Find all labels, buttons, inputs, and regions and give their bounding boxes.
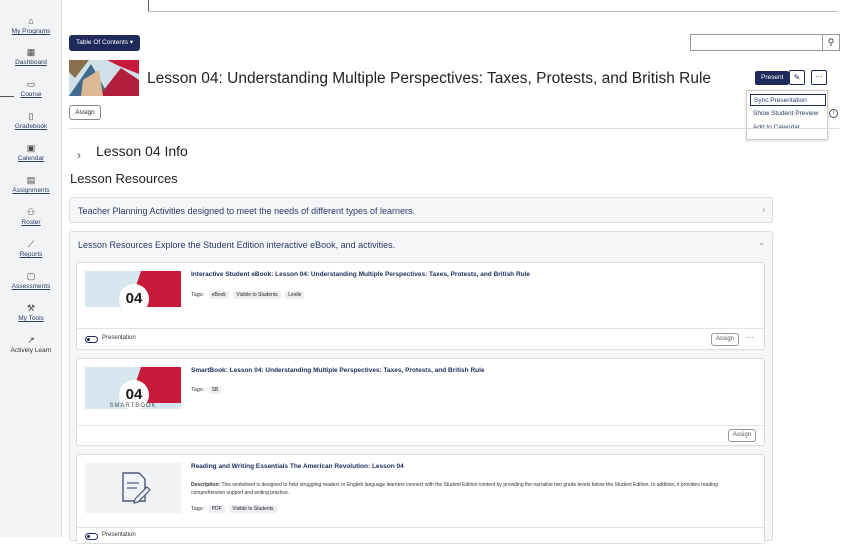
resource-card: 04 Interactive Student eBook: Lesson 04:… [76, 262, 765, 350]
lesson-thumbnail [69, 60, 139, 96]
smartbook-label: SMARTBOOK [109, 403, 157, 409]
resource-card: 04 SMARTBOOK SmartBook: Lesson 04: Under… [76, 358, 765, 446]
calendar-icon: ▣ [26, 143, 36, 153]
sidebar-item-my-tools[interactable]: ⚒ My Tools [0, 303, 62, 322]
assignments-icon: ▤ [26, 175, 36, 185]
sidebar: ⌂ My Programs ▦ Dashboard ▭ Course ▯ Gra… [0, 0, 62, 537]
menu-item-show-student-preview[interactable]: Show Student Preview [750, 108, 826, 120]
sidebar-item-assignments[interactable]: ▤ Assignments [0, 175, 62, 194]
divider [77, 527, 764, 528]
tags: Tags: SB [191, 386, 222, 394]
sidebar-item-calendar[interactable]: ▣ Calendar [0, 143, 62, 162]
options-menu: Sync Presentation Show Student Preview A… [746, 90, 828, 140]
lesson-info-heading[interactable]: Lesson 04 Info [96, 143, 188, 159]
sidebar-item-my-programs[interactable]: ⌂ My Programs [0, 16, 62, 35]
assign-button[interactable]: Assign [728, 429, 756, 442]
chevron-right-icon[interactable]: › [77, 148, 81, 162]
reports-icon: ⟋ [27, 239, 35, 249]
divider [77, 425, 764, 426]
lesson-resources-heading: Lesson Resources [70, 171, 178, 186]
sidebar-item-roster[interactable]: ⚇ Roster [0, 207, 62, 226]
tags: Tags: PDF Visible to Students [191, 505, 277, 513]
sidebar-item-reports[interactable]: ⟋ Reports [0, 239, 62, 258]
resource-card: Reading and Writing Essentials The Ameri… [76, 454, 765, 544]
divider [77, 328, 764, 329]
search-input[interactable]: ⚲ [690, 34, 840, 51]
present-button[interactable]: Present [755, 71, 790, 85]
more-options-icon[interactable]: ··· [746, 333, 754, 342]
divider [0, 96, 14, 97]
assessments-icon: ▢ [26, 271, 36, 281]
dashboard-icon: ▦ [26, 47, 36, 57]
info-icon[interactable]: i [829, 109, 838, 118]
tags: Tags: eBook Visible to Students Lexile [191, 291, 305, 299]
home-icon: ⌂ [28, 16, 34, 26]
edit-icon[interactable]: ✎ [789, 70, 805, 85]
page-title: Lesson 04: Understanding Multiple Perspe… [147, 70, 712, 87]
external-link-icon: ↗ [27, 335, 35, 345]
sidebar-item-gradebook[interactable]: ▯ Gradebook [0, 111, 62, 130]
sidebar-item-dashboard[interactable]: ▦ Dashboard [0, 47, 62, 66]
roster-icon: ⚇ [26, 207, 36, 217]
chevron-down-icon[interactable]: ⌄ [758, 238, 765, 247]
more-options-button[interactable]: ··· [811, 70, 827, 85]
panel-teacher-planning[interactable]: Teacher Planning Activities designed to … [69, 197, 773, 223]
tools-icon: ⚒ [26, 303, 36, 313]
resource-title[interactable]: Interactive Student eBook: Lesson 04: Un… [191, 271, 530, 278]
divider [148, 11, 838, 12]
sidebar-item-actively-learn[interactable]: ↗ Actively Learn [0, 335, 62, 354]
presentation-toggle[interactable] [85, 336, 98, 343]
assign-button[interactable]: Assign [711, 333, 739, 346]
resource-thumbnail: 04 [85, 271, 181, 307]
sidebar-item-assessments[interactable]: ▢ Assessments [0, 271, 62, 290]
document-edit-icon [85, 463, 181, 513]
resource-title[interactable]: Reading and Writing Essentials The Ameri… [191, 463, 404, 470]
table-of-contents-button[interactable]: Table Of Contents ▾ [69, 35, 141, 51]
assign-button[interactable]: Assign [69, 105, 101, 120]
gradebook-icon: ▯ [28, 111, 34, 121]
chevron-right-icon: › [762, 205, 765, 214]
course-icon: ▭ [26, 79, 36, 89]
resource-description: Description: This worksheet is designed … [191, 482, 718, 496]
chevron-down-icon: ▾ [129, 39, 134, 46]
search-icon[interactable]: ⚲ [822, 35, 839, 50]
divider [69, 128, 839, 129]
menu-item-sync-presentation[interactable]: Sync Presentation [750, 94, 826, 106]
resource-title[interactable]: SmartBook: Lesson 04: Understanding Mult… [191, 367, 485, 374]
